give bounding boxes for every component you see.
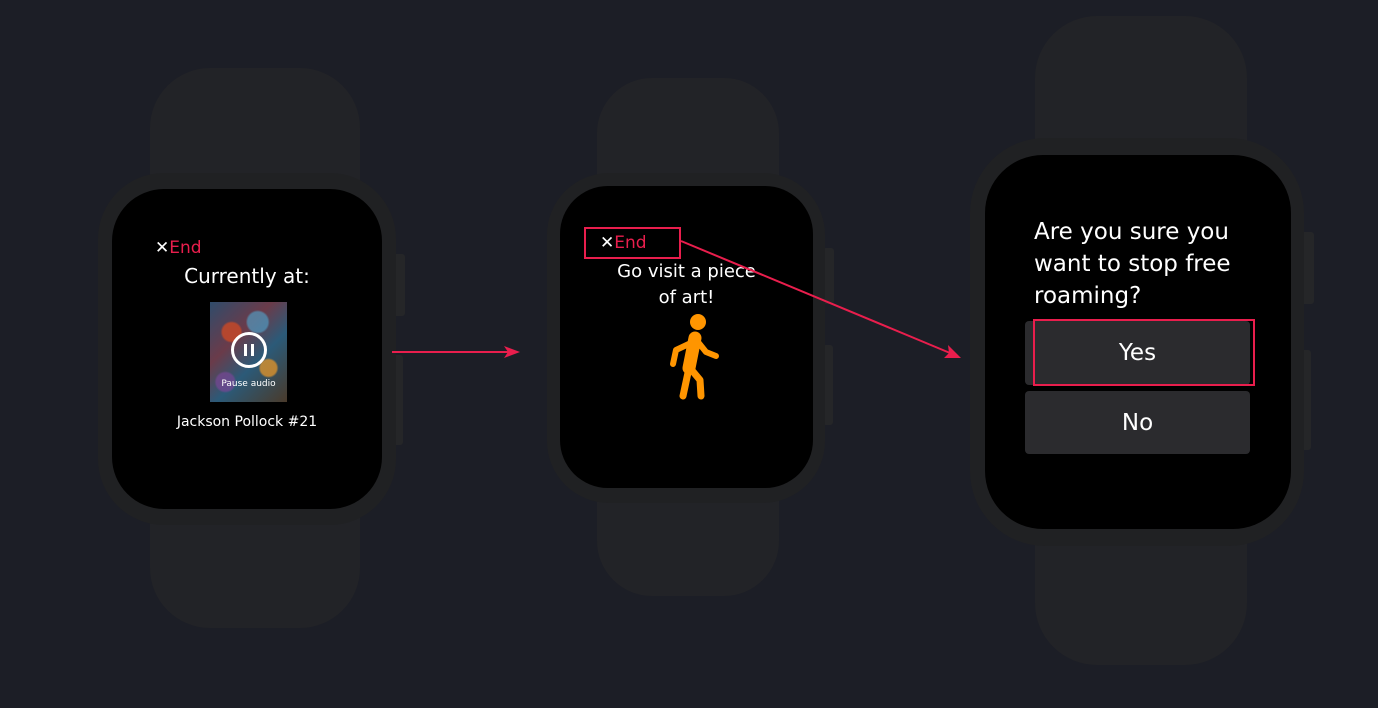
walking-person-icon xyxy=(670,314,719,400)
arrowhead xyxy=(944,345,961,358)
message-line-2: of art! xyxy=(658,287,715,308)
confirm-question-line-1: Are you sure you xyxy=(1034,219,1229,245)
message-line-1: Go visit a piece xyxy=(617,261,756,282)
confirm-question-line-3: roaming? xyxy=(1034,283,1142,309)
current-location-heading: Currently at: xyxy=(184,264,310,288)
yes-button-highlight xyxy=(1033,319,1255,386)
end-button-highlight xyxy=(584,227,681,259)
end-label: End xyxy=(169,238,202,258)
pause-audio-label: Pause audio xyxy=(221,379,276,389)
artwork-thumbnail[interactable]: Pause audio xyxy=(210,302,287,402)
close-icon: ✕ xyxy=(155,238,170,258)
arrowhead xyxy=(504,346,520,358)
no-button[interactable]: No xyxy=(1025,391,1250,454)
pause-icon[interactable] xyxy=(231,332,267,368)
artwork-title: Jackson Pollock #21 xyxy=(176,414,318,430)
confirm-question-line-2: want to stop free xyxy=(1034,251,1231,277)
end-button[interactable]: ✕ End xyxy=(155,236,202,260)
